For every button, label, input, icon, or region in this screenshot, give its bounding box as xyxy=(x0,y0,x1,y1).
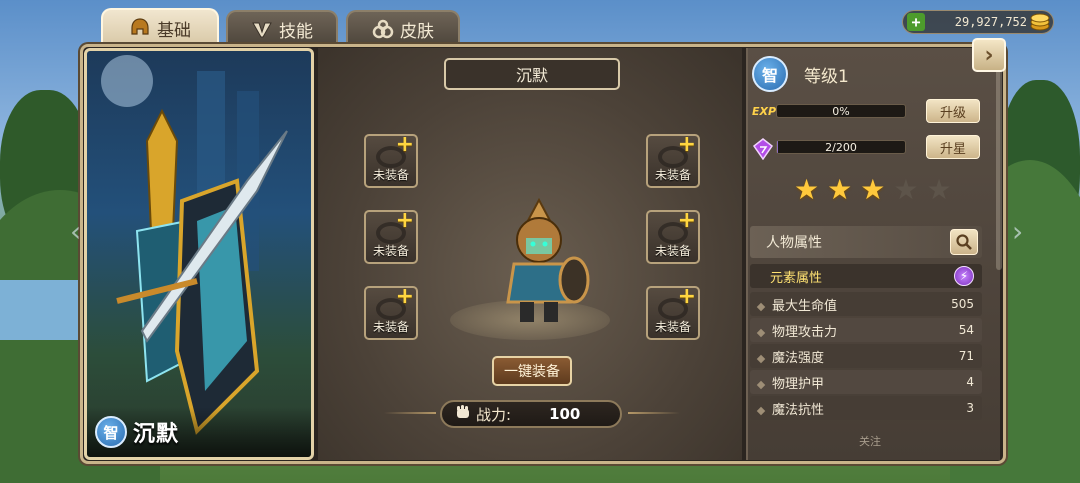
attribute-name: 最大生命值 xyxy=(772,298,838,314)
hero-artwork xyxy=(101,55,288,435)
tab-label: 技能 xyxy=(279,21,313,42)
shard-bar-fill xyxy=(777,141,779,153)
exp-label: EXP xyxy=(752,104,777,118)
plus-icon: + xyxy=(677,132,696,157)
attribute-row: 物理护甲 4 xyxy=(750,370,982,394)
attribute-row: 最大生命值 505 xyxy=(750,292,982,316)
attribute-value: 54 xyxy=(958,323,974,337)
tab-skills[interactable]: 技能 xyxy=(226,10,338,46)
class-badge: 智 xyxy=(752,56,788,92)
follow-button[interactable]: 关注 xyxy=(852,428,888,454)
equipment-slot[interactable]: + 未装备 xyxy=(364,286,418,340)
element-label: 元素属性 xyxy=(770,270,823,286)
gold-amount: 29,927,752 xyxy=(954,15,1027,29)
element-attribute-row[interactable]: 元素属性 ⚡ xyxy=(750,264,982,288)
helmet-icon xyxy=(129,17,151,39)
plus-icon: + xyxy=(395,208,414,233)
coin-icon xyxy=(1030,13,1050,31)
soul-gem-icon xyxy=(752,138,774,160)
prev-hero-arrow[interactable]: ‹ xyxy=(70,215,98,251)
hero-portrait: 智 沉默 xyxy=(84,48,314,460)
level-up-button[interactable]: 升级 xyxy=(926,99,980,123)
tab-label: 皮肤 xyxy=(400,21,434,42)
shard-text: 2/200 xyxy=(825,140,857,154)
exp-row: EXP xyxy=(752,100,777,122)
equipment-slot[interactable]: + 未装备 xyxy=(646,286,700,340)
scrollbar[interactable] xyxy=(996,50,1002,270)
attribute-value: 4 xyxy=(966,375,974,389)
attribute-value: 71 xyxy=(958,349,974,363)
next-hero-arrow[interactable]: › xyxy=(1012,215,1040,251)
background-sea xyxy=(0,280,90,340)
section-header: 人物属性 xyxy=(750,226,982,258)
skin-icon xyxy=(372,18,394,40)
attribute-name: 物理攻击力 xyxy=(772,324,838,340)
star-empty-icon: ★ xyxy=(926,173,952,206)
search-button[interactable] xyxy=(950,229,978,255)
power-value: 100 xyxy=(549,405,581,423)
tab-label: 基础 xyxy=(157,20,191,41)
star-filled-icon: ★ xyxy=(860,173,886,206)
level-text: 等级1 xyxy=(804,67,849,87)
star-empty-icon: ★ xyxy=(893,173,919,206)
attribute-value: 505 xyxy=(951,297,974,311)
search-icon xyxy=(956,234,972,250)
equipment-slot[interactable]: + 未装备 xyxy=(646,210,700,264)
shard-bar: 2/200 xyxy=(776,140,906,154)
hero-name-plate: 智 沉默 xyxy=(87,407,311,457)
attribute-row: 魔法抗性 3 xyxy=(750,396,982,420)
attribute-name: 魔法抗性 xyxy=(772,402,825,418)
combat-power-bar: 战力: 100 xyxy=(440,400,622,428)
equipment-slot[interactable]: + 未装备 xyxy=(364,210,418,264)
equipment-slot[interactable]: + 未装备 xyxy=(364,134,418,188)
hero-name: 沉默 xyxy=(133,422,180,447)
class-badge: 智 xyxy=(95,416,127,448)
tab-basic[interactable]: 基础 xyxy=(101,8,219,46)
close-button[interactable]: › xyxy=(972,38,1006,72)
divider xyxy=(628,412,680,414)
attribute-name: 物理护甲 xyxy=(772,376,825,392)
tab-skins[interactable]: 皮肤 xyxy=(346,10,460,46)
auto-equip-button[interactable]: 一键装备 xyxy=(492,356,572,386)
exp-text: 0% xyxy=(832,104,850,118)
skill-icon xyxy=(251,18,273,40)
attribute-row: 魔法强度 71 xyxy=(750,344,982,368)
hero-chibi-model xyxy=(506,198,590,322)
plus-icon: + xyxy=(677,208,696,233)
plus-icon: + xyxy=(677,284,696,309)
attribute-value: 3 xyxy=(966,401,974,415)
star-filled-icon: ★ xyxy=(827,173,853,206)
add-gold-button[interactable]: + xyxy=(907,13,925,31)
star-filled-icon: ★ xyxy=(794,173,820,206)
follow-label: 关注 xyxy=(859,435,881,448)
section-title: 人物属性 xyxy=(766,235,822,251)
fist-icon xyxy=(454,403,472,425)
plus-icon: + xyxy=(395,132,414,157)
plus-icon: + xyxy=(395,284,414,309)
hero-title: 沉默 xyxy=(444,58,620,90)
lightning-icon: ⚡ xyxy=(954,266,974,286)
equipment-slot[interactable]: + 未装备 xyxy=(646,134,700,188)
star-rating: ★ ★ ★ ★ ★ xyxy=(794,176,952,204)
chevron-right-icon: › xyxy=(984,42,994,68)
attribute-row: 物理攻击力 54 xyxy=(750,318,982,342)
power-label: 战力: xyxy=(476,405,512,424)
gold-counter: + 29,927,752 xyxy=(902,10,1054,34)
attribute-name: 魔法强度 xyxy=(772,350,825,366)
divider xyxy=(384,412,436,414)
exp-bar: 0% xyxy=(776,104,906,118)
star-up-button[interactable]: 升星 xyxy=(926,135,980,159)
